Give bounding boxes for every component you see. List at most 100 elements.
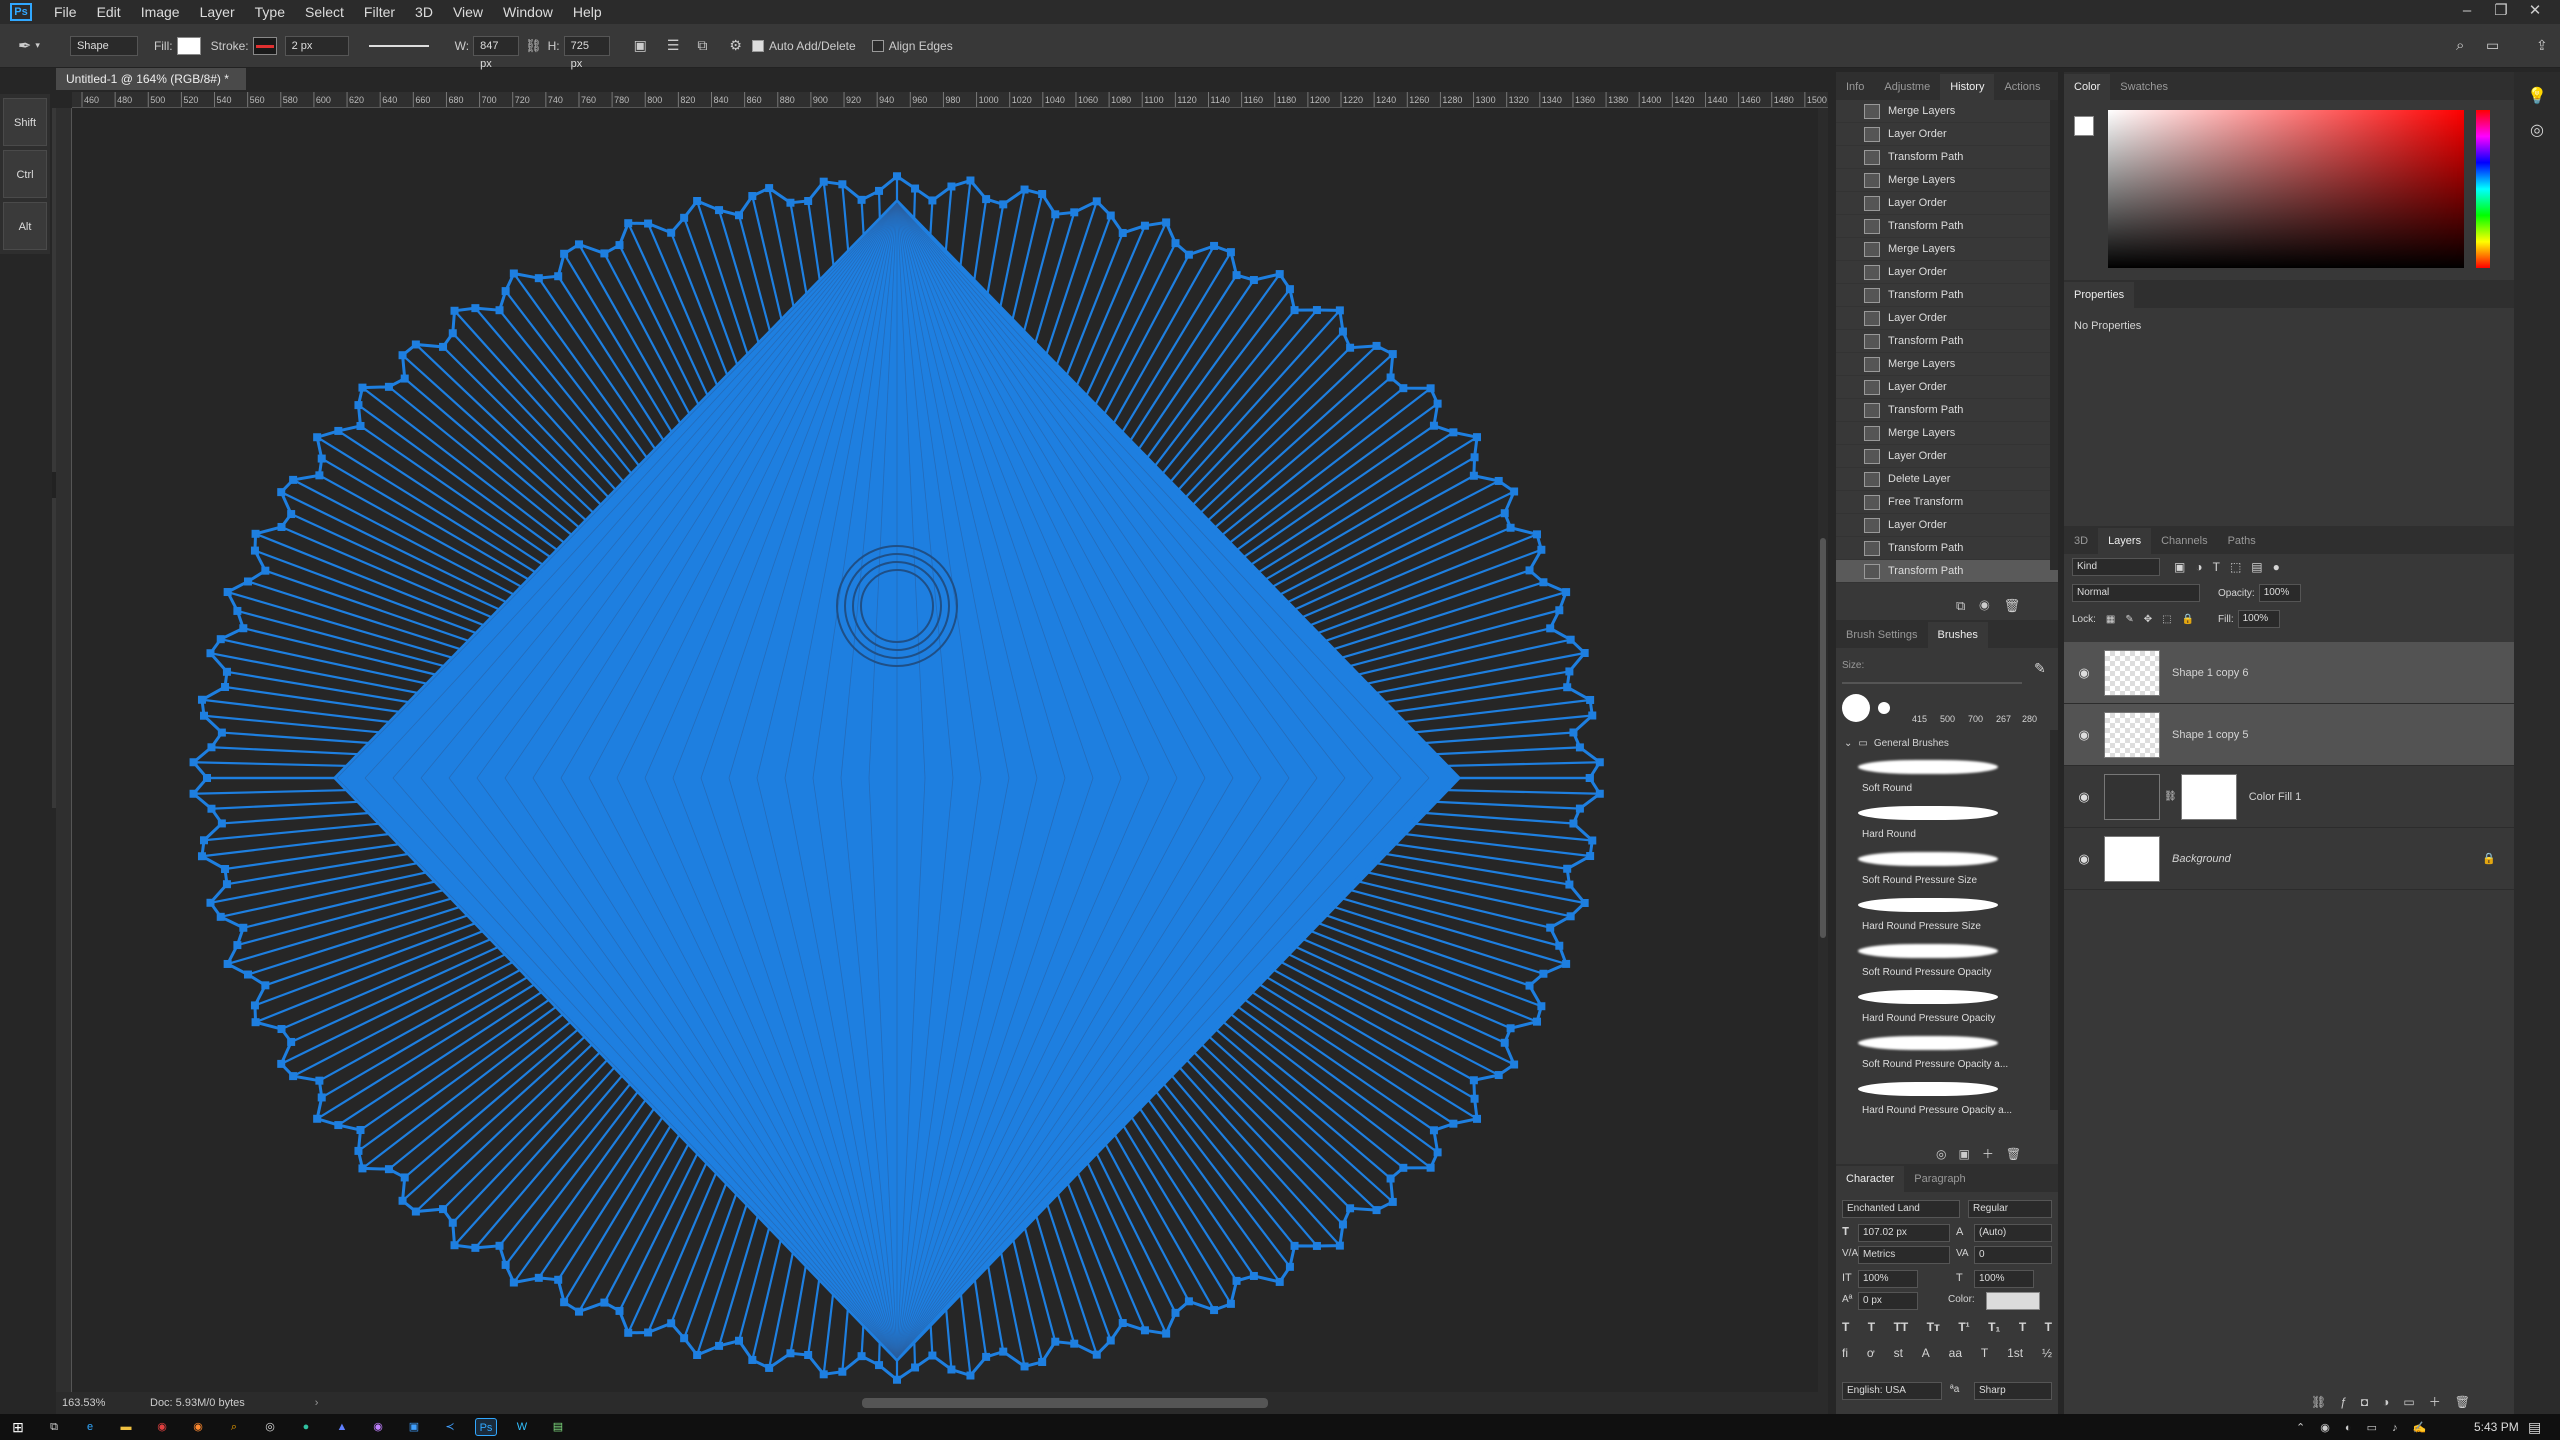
preset-size-415[interactable]: 415	[1912, 714, 1927, 724]
search-icon[interactable]: ⌕	[2456, 37, 2464, 54]
workspace-icon[interactable]: ▭	[2486, 37, 2499, 54]
new-group-icon[interactable]: ▭	[2403, 1395, 2428, 1409]
add-mask-icon[interactable]: ◘	[2361, 1395, 2382, 1409]
chevron-down-icon[interactable]: ▾	[35, 40, 40, 51]
tab-channels[interactable]: Channels	[2151, 528, 2217, 554]
properties-title[interactable]: Properties	[2064, 282, 2135, 308]
opentype-button[interactable]: ½	[2042, 1346, 2052, 1360]
firefox-icon[interactable]: ◉	[187, 1418, 209, 1436]
menu-filter[interactable]: Filter	[354, 4, 405, 20]
font-size-input[interactable]: 107.02 px	[1858, 1224, 1950, 1242]
history-state[interactable]: Layer Order	[1836, 261, 2058, 284]
shape-filter-icon[interactable]: ⬚	[2230, 560, 2251, 574]
history-state[interactable]: Transform Path	[1836, 284, 2058, 307]
brush-options-icon[interactable]: ✎	[2034, 660, 2046, 677]
notification-icon[interactable]: ▤	[2528, 1419, 2541, 1436]
text-style-button[interactable]: T¹	[1958, 1320, 1969, 1334]
app-icon[interactable]: ●	[295, 1418, 317, 1436]
antialias-select[interactable]: Sharp	[1974, 1382, 2052, 1400]
preset-hard-round[interactable]	[1842, 694, 1870, 722]
text-style-button[interactable]: T	[1868, 1320, 1875, 1334]
visibility-eye-icon[interactable]: ◉	[2064, 851, 2104, 867]
menu-layer[interactable]: Layer	[190, 4, 245, 20]
lock-all-icon[interactable]: 🔒	[2182, 614, 2204, 625]
pen-tool-preset-icon[interactable]: ✒	[18, 36, 31, 56]
lock-pixels-icon[interactable]: ✎	[2125, 614, 2143, 625]
close-button[interactable]: ✕	[2518, 0, 2552, 24]
adjustment-filter-icon[interactable]: ◑	[2195, 560, 2212, 574]
history-state[interactable]: Layer Order	[1836, 307, 2058, 330]
opentype-button[interactable]: fi	[1842, 1346, 1848, 1360]
canvas-vertical-scrollbar[interactable]	[1818, 108, 1828, 1392]
app-icon[interactable]: ▲	[331, 1418, 353, 1436]
layer-name[interactable]: Color Fill 1	[2249, 791, 2302, 803]
document-tab[interactable]: Untitled-1 @ 164% (RGB/8#) * ×	[56, 68, 246, 108]
trash-icon[interactable]: 🗑	[2004, 598, 2035, 613]
tab-adjustments[interactable]: Adjustme	[1874, 74, 1940, 100]
scrollbar-thumb[interactable]	[1820, 538, 1826, 938]
history-scrollbar[interactable]	[2050, 100, 2058, 570]
history-state[interactable]: Transform Path	[1836, 537, 2058, 560]
tab-character[interactable]: Character	[1836, 1166, 1905, 1192]
link-icon[interactable]: ⛓	[2164, 791, 2177, 802]
text-color-swatch[interactable]	[1986, 1292, 2040, 1310]
tab-brush-settings[interactable]: Brush Settings	[1836, 622, 1928, 648]
blend-mode-select[interactable]: Normal	[2072, 584, 2200, 602]
system-tray-icons[interactable]: ⌃ ◉ ◐ ▭ ♪ ✍	[2296, 1421, 2432, 1434]
search-app-icon[interactable]: ⌕	[223, 1418, 245, 1436]
layer-name[interactable]: Shape 1 copy 5	[2172, 729, 2248, 741]
gear-icon[interactable]: ⚙	[729, 37, 742, 54]
horizontal-scrollbar-thumb[interactable]	[862, 1398, 1268, 1408]
brush-item[interactable]: Soft Round Pressure Opacity a...	[1836, 1030, 2058, 1076]
kerning-input[interactable]: Metrics	[1858, 1246, 1950, 1264]
learn-icon[interactable]: 💡	[2527, 86, 2547, 106]
history-state[interactable]: Layer Order	[1836, 123, 2058, 146]
fill-input[interactable]: 100%	[2237, 610, 2280, 628]
preset-small-round[interactable]	[1878, 702, 1890, 714]
tab-swatches[interactable]: Swatches	[2110, 74, 2178, 100]
history-state[interactable]: Transform Path	[1836, 330, 2058, 353]
brush-item[interactable]: Soft Round	[1836, 754, 2058, 800]
text-style-button[interactable]: T	[2045, 1320, 2052, 1334]
layer-row[interactable]: ◉ Shape 1 copy 6	[2064, 642, 2514, 704]
history-state[interactable]: Merge Layers	[1836, 353, 2058, 376]
menu-select[interactable]: Select	[295, 4, 354, 20]
camera-icon[interactable]: ◉	[1979, 598, 2003, 613]
trash-icon[interactable]: 🗑	[2455, 1395, 2484, 1409]
leading-input[interactable]: (Auto)	[1974, 1224, 2052, 1242]
clock[interactable]: 5:43 PM	[2474, 1420, 2519, 1434]
smart-object-filter-icon[interactable]: ▤	[2251, 560, 2272, 574]
text-style-button[interactable]: T	[2019, 1320, 2026, 1334]
windows-start-icon[interactable]: ⊞	[7, 1418, 29, 1436]
history-state[interactable]: Layer Order	[1836, 445, 2058, 468]
history-state[interactable]: Layer Order	[1836, 376, 2058, 399]
libraries-icon[interactable]: ◎	[2527, 120, 2547, 140]
tab-info[interactable]: Info	[1836, 74, 1874, 100]
opentype-button[interactable]: T	[1981, 1346, 1988, 1360]
tab-3d[interactable]: 3D	[2064, 528, 2098, 554]
file-explorer-icon[interactable]: ▬	[115, 1418, 137, 1436]
brush-item[interactable]: Hard Round Pressure Opacity	[1836, 984, 2058, 1030]
menu-window[interactable]: Window	[493, 4, 563, 20]
opentype-button[interactable]: 1st	[2007, 1346, 2023, 1360]
trash-icon[interactable]: 🗑	[2006, 1147, 2033, 1161]
history-state[interactable]: Merge Layers	[1836, 422, 2058, 445]
path-operations-icon[interactable]: ▣	[634, 37, 647, 54]
tab-history[interactable]: History	[1940, 74, 1995, 100]
brush-size-slider[interactable]	[1842, 682, 2022, 684]
document-canvas[interactable]	[72, 108, 1828, 1392]
history-state[interactable]: Merge Layers	[1836, 169, 2058, 192]
brushes-scrollbar[interactable]	[2050, 730, 2058, 1110]
image-filter-icon[interactable]: ▣	[2174, 560, 2195, 574]
history-state[interactable]: Transform Path	[1836, 399, 2058, 422]
app-icon[interactable]: ◉	[367, 1418, 389, 1436]
brush-item[interactable]: Hard Round Pressure Size	[1836, 892, 2058, 938]
app-icon[interactable]: ▤	[547, 1418, 569, 1436]
edge-icon[interactable]: e	[79, 1418, 101, 1436]
lock-icon[interactable]: 🔒	[2482, 852, 2496, 865]
baseline-shift-input[interactable]: 0 px	[1858, 1292, 1918, 1310]
link-icon[interactable]: ⛓	[525, 38, 542, 54]
doc-info[interactable]: Doc: 5.93M/0 bytes	[150, 1397, 245, 1409]
fx-icon[interactable]: ƒ	[2340, 1395, 2361, 1409]
app-icon[interactable]: ◎	[259, 1418, 281, 1436]
